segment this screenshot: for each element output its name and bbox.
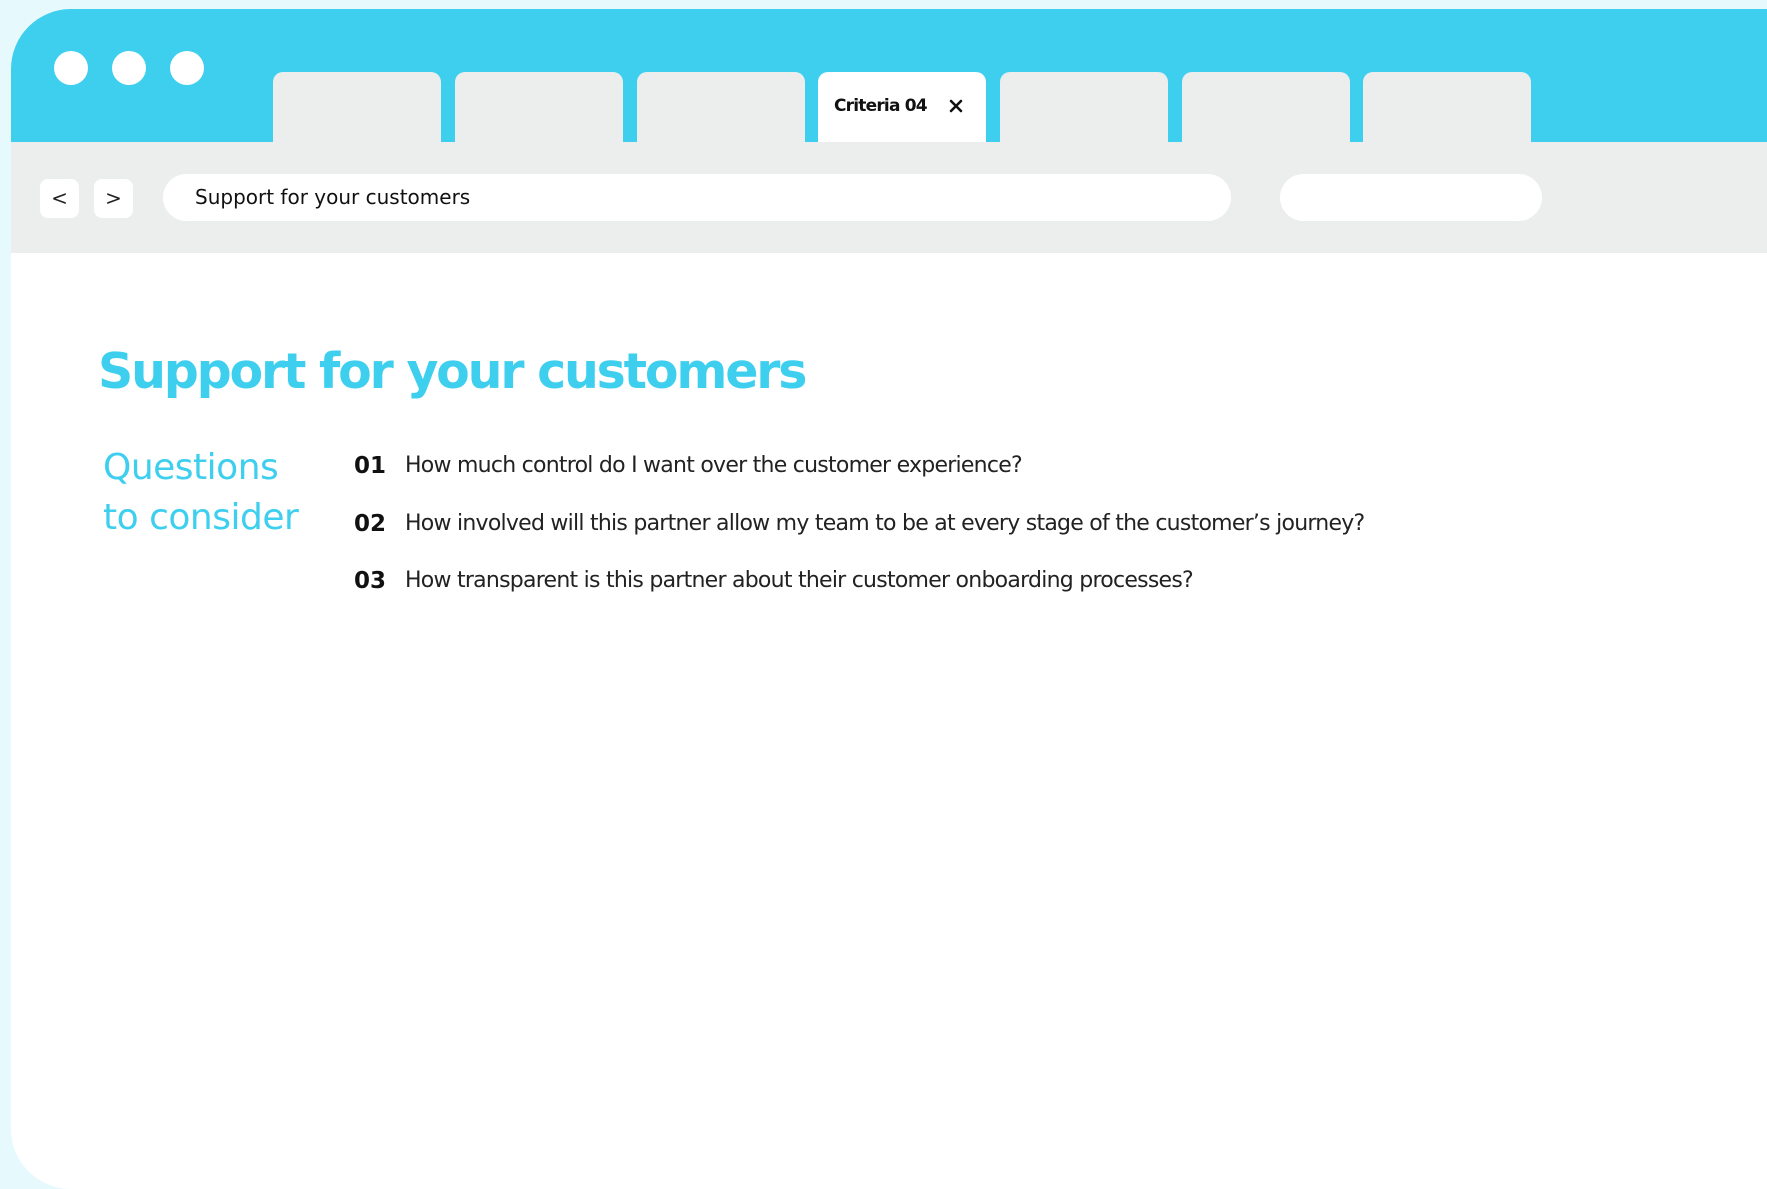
page-title: Support for your customers (98, 343, 807, 400)
search-input[interactable] (1280, 174, 1542, 221)
forward-button[interactable]: > (94, 179, 133, 218)
question-number: 03 (354, 568, 387, 594)
tab-5[interactable] (1000, 72, 1168, 144)
tab-7[interactable] (1363, 72, 1531, 144)
browser-toolbar: < > Support for your customers (11, 142, 1767, 253)
questions-heading-line-2: to consider (103, 497, 299, 538)
window-maximize-dot[interactable] (170, 51, 204, 85)
browser-window: Criteria 04 < > Support for your custome… (11, 9, 1767, 1189)
tab-2[interactable] (455, 72, 623, 144)
question-number: 01 (354, 453, 387, 479)
tab-label: Criteria 04 (834, 96, 928, 116)
tab-1[interactable] (273, 72, 441, 144)
question-text: How involved will this partner allow my … (405, 510, 1365, 536)
tab-criteria-04[interactable]: Criteria 04 (818, 72, 986, 144)
window-close-dot[interactable] (54, 51, 88, 85)
question-item: 01 How much control do I want over the cu… (354, 446, 1364, 504)
close-icon[interactable] (944, 94, 968, 118)
question-text: How transparent is this partner about th… (405, 568, 1194, 593)
window-minimize-dot[interactable] (112, 51, 146, 85)
title-bar: Criteria 04 (11, 9, 1767, 144)
address-bar[interactable]: Support for your customers (163, 174, 1231, 221)
question-item: 03 How transparent is this partner about … (354, 561, 1364, 619)
back-button[interactable]: < (40, 179, 79, 218)
question-number: 02 (354, 510, 387, 537)
tab-3[interactable] (637, 72, 805, 144)
question-text: How much control do I want over the cust… (405, 453, 1023, 478)
questions-heading-line-1: Questions (103, 447, 279, 488)
tab-6[interactable] (1182, 72, 1350, 144)
questions-heading: Questions to consider (103, 443, 323, 543)
question-list: 01 How much control do I want over the cu… (354, 446, 1365, 619)
question-item: 02 How involved will this partner allow m… (354, 504, 1365, 562)
